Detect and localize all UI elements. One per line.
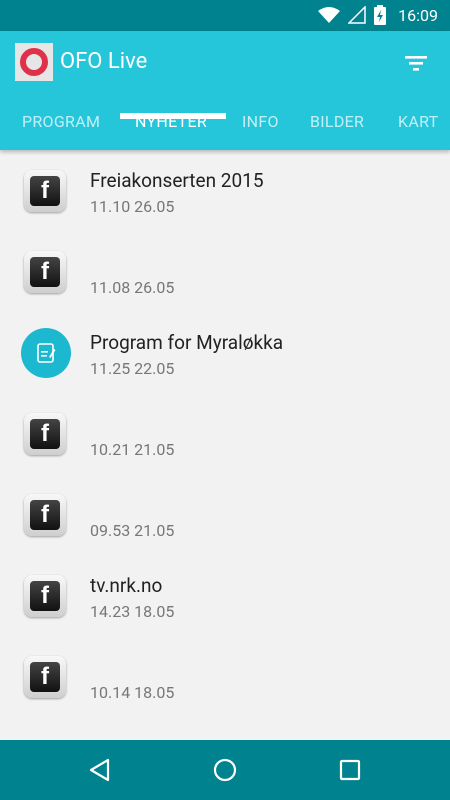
item-date: 11.08 26.05 — [90, 278, 175, 297]
item-title: Freiakonserten 2015 — [90, 169, 264, 192]
signal-icon — [348, 6, 366, 24]
filter-icon — [405, 56, 427, 71]
tab-nyheter[interactable]: NYHETER — [135, 101, 207, 150]
document-icon — [21, 328, 71, 378]
facebook-icon: f — [24, 656, 66, 698]
list-item[interactable]: f 09.53 21.05 — [0, 474, 450, 555]
tab-kart[interactable]: KART — [398, 101, 438, 150]
item-date: 10.21 21.05 — [90, 440, 175, 459]
home-icon[interactable] — [211, 756, 239, 784]
tab-bar: PROGRAM NYHETER INFO BILDER KART — [0, 101, 450, 150]
facebook-icon: f — [24, 170, 66, 212]
tab-program[interactable]: PROGRAM — [22, 101, 100, 150]
list-item[interactable]: f 11.08 26.05 — [0, 231, 450, 312]
item-date: 14.23 18.05 — [90, 602, 175, 621]
list-item[interactable]: f 10.14 18.05 — [0, 636, 450, 717]
facebook-icon: f — [24, 251, 66, 293]
status-time: 16:09 — [398, 5, 438, 25]
item-title: Program for Myraløkka — [90, 331, 284, 354]
app-bar: OFO Live PROGRAM NYHETER INFO BILDER KAR… — [0, 31, 450, 150]
recents-icon[interactable] — [336, 756, 364, 784]
battery-icon — [374, 5, 387, 25]
active-tab-indicator — [120, 113, 226, 119]
list-item[interactable]: f tv.nrk.no 14.23 18.05 — [0, 555, 450, 636]
navigation-bar — [0, 740, 450, 800]
news-list[interactable]: f Freiakonserten 2015 11.10 26.05 f 11.0… — [0, 150, 450, 740]
list-item[interactable]: Program for Myraløkka 11.25 22.05 — [0, 312, 450, 393]
facebook-icon: f — [24, 413, 66, 455]
back-icon[interactable] — [86, 756, 114, 784]
app-title: OFO Live — [60, 49, 148, 74]
item-date: 11.25 22.05 — [90, 359, 175, 378]
filter-button[interactable] — [402, 51, 430, 75]
ofo-logo — [15, 43, 53, 81]
list-item[interactable]: f 10.21 21.05 — [0, 393, 450, 474]
item-date: 09.53 21.05 — [90, 521, 175, 540]
item-date: 10.14 18.05 — [90, 683, 175, 702]
list-item[interactable]: f Freiakonserten 2015 11.10 26.05 — [0, 150, 450, 231]
item-title: tv.nrk.no — [90, 574, 163, 597]
tab-info[interactable]: INFO — [242, 101, 279, 150]
facebook-icon: f — [24, 494, 66, 536]
wifi-icon — [318, 7, 341, 23]
status-bar: 16:09 — [0, 0, 450, 31]
facebook-icon: f — [24, 575, 66, 617]
item-date: 11.10 26.05 — [90, 197, 175, 216]
tab-bilder[interactable]: BILDER — [310, 101, 364, 150]
